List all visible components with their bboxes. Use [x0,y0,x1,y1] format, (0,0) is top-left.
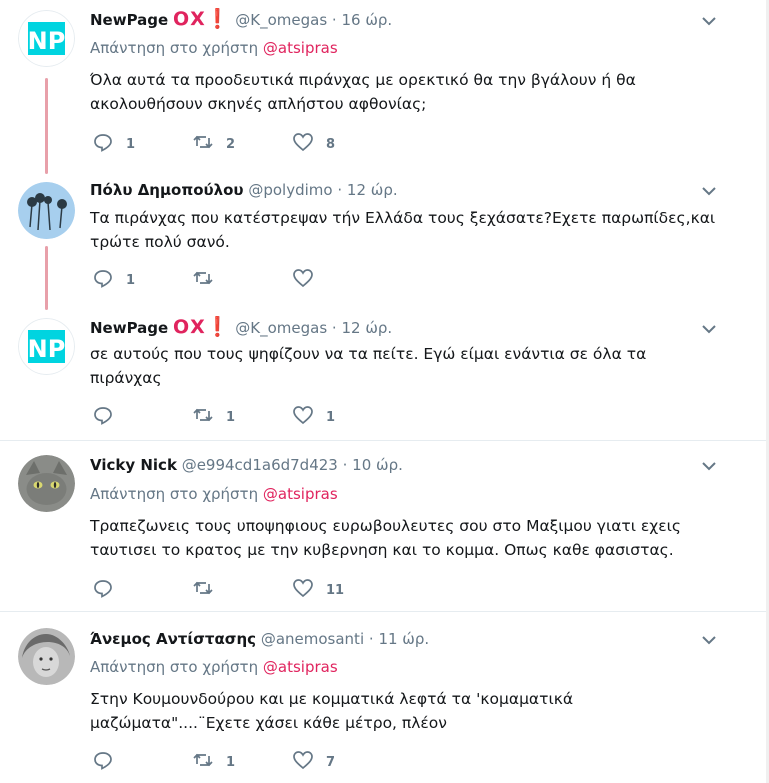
user-handle[interactable]: @polydimo [248,181,332,199]
reply-to-line: Απάντηση στο χρήστη @atsipras [90,38,338,58]
display-name[interactable]: NewPage [90,11,168,29]
separator-dot: · [368,630,374,648]
like-button[interactable]: 1 [292,406,335,428]
tweet[interactable]: Πόλυ Δημοπούλου @polydimo · 12 ώρ. Τα πι… [0,168,769,304]
reply-to-line: Απάντηση στο χρήστη @atsipras [90,657,338,677]
reply-icon [92,267,114,293]
like-count: 1 [326,409,336,425]
user-handle[interactable]: @anemosanti [261,630,364,648]
display-name[interactable]: NewPage [90,319,168,337]
name-badge: ΟΧ❗ [173,8,231,30]
like-count: 11 [326,582,345,598]
reply-count: 1 [126,136,136,152]
reply-button[interactable] [92,579,126,601]
heart-icon [292,267,314,293]
display-name[interactable]: Vicky Nick [90,456,177,474]
display-name[interactable]: Άνεμος Αντίστασης [90,630,256,648]
reply-icon [92,749,114,775]
tweet-header: NewPage ΟΧ❗ @K_omegas · 12 ώρ. [90,316,392,338]
tweet-text: Τραπεζωνεις τους υποψηφιους ευρωβουλευτε… [90,517,681,559]
avatar[interactable]: NP [18,10,75,67]
reply-prefix: Απάντηση στο χρήστη [90,485,259,503]
chevron-down-icon[interactable] [698,629,720,651]
chevron-down-icon[interactable] [698,180,720,202]
like-button[interactable]: 7 [292,751,335,773]
user-handle[interactable]: @K_omegas [235,319,327,337]
retweet-icon [192,404,214,430]
heart-icon [292,577,314,603]
retweet-button[interactable] [192,269,226,291]
tweet-header: Vicky Nick @e994cd1a6d7d423 · 10 ώρ. [90,453,403,475]
reply-prefix: Απάντηση στο χρήστη [90,39,259,57]
avatar[interactable]: NP [18,318,75,375]
separator-dot: · [337,181,343,199]
reply-button[interactable]: 1 [92,269,135,291]
reply-button[interactable]: 1 [92,133,135,155]
retweet-icon [192,577,214,603]
reply-button[interactable] [92,406,126,428]
reply-icon [92,577,114,603]
reply-to-user[interactable]: @atsipras [263,39,338,57]
tweet-thread: NP NewPage ΟΧ❗ @K_omegas · 16 ώρ. Απάντη… [0,0,769,783]
separator-dot: · [331,319,337,337]
retweet-icon [192,131,214,157]
chevron-down-icon[interactable] [698,10,720,32]
tweet[interactable]: NP NewPage ΟΧ❗ @K_omegas · 16 ώρ. Απάντη… [0,0,769,168]
like-button[interactable]: 8 [292,133,335,155]
retweet-button[interactable]: 2 [192,133,235,155]
retweet-count: 1 [226,409,236,425]
chevron-down-icon[interactable] [698,318,720,340]
reply-prefix: Απάντηση στο χρήστη [90,658,259,676]
display-name[interactable]: Πόλυ Δημοπούλου [90,181,244,199]
like-count: 8 [326,136,336,152]
retweet-icon [192,267,214,293]
reply-count: 1 [126,272,136,288]
reply-icon [92,404,114,430]
tweet-header: NewPage ΟΧ❗ @K_omegas · 16 ώρ. [90,8,392,30]
heart-icon [292,131,314,157]
reply-to-user[interactable]: @atsipras [263,485,338,503]
retweet-button[interactable]: 1 [192,751,235,773]
like-count: 7 [326,754,336,770]
svg-text:NP: NP [28,27,66,55]
user-handle[interactable]: @e994cd1a6d7d423 [182,456,338,474]
like-button[interactable] [292,269,326,291]
retweet-count: 2 [226,136,236,152]
heart-icon [292,749,314,775]
retweet-button[interactable]: 1 [192,406,235,428]
retweet-icon [192,749,214,775]
tweet[interactable]: Άνεμος Αντίστασης @anemosanti · 11 ώρ. Α… [0,612,769,783]
user-handle[interactable]: @K_omegas [235,11,327,29]
retweet-button[interactable] [192,579,226,601]
tweet[interactable]: NP NewPage ΟΧ❗ @K_omegas · 12 ώρ. σε αυτ… [0,304,769,440]
avatar[interactable] [18,628,75,685]
avatar[interactable] [18,182,75,239]
avatar[interactable] [18,455,75,512]
separator-dot: · [331,11,337,29]
tweet-header: Άνεμος Αντίστασης @anemosanti · 11 ώρ. [90,627,429,649]
timestamp[interactable]: 12 ώρ. [341,319,392,337]
timestamp[interactable]: 10 ώρ. [352,456,403,474]
timestamp[interactable]: 12 ώρ. [347,181,398,199]
tweet-text: Τα πιράνχας που κατέστρεψαν τήν Ελλάδα τ… [90,209,716,251]
heart-icon [292,404,314,430]
reply-button[interactable] [92,751,126,773]
like-button[interactable]: 11 [292,579,344,601]
svg-text:NP: NP [28,335,66,363]
tweet-header: Πόλυ Δημοπούλου @polydimo · 12 ώρ. [90,178,398,200]
timestamp[interactable]: 11 ώρ. [378,630,429,648]
tweet[interactable]: Vicky Nick @e994cd1a6d7d423 · 10 ώρ. Απά… [0,441,769,611]
name-badge: ΟΧ❗ [173,316,231,338]
tweet-text: Όλα αυτά τα προοδευτικά πιράνχας με ορεκ… [90,71,636,113]
chevron-down-icon[interactable] [698,455,720,477]
separator-dot: · [342,456,348,474]
reply-icon [92,131,114,157]
reply-to-line: Απάντηση στο χρήστη @atsipras [90,484,338,504]
timestamp[interactable]: 16 ώρ. [341,11,392,29]
retweet-count: 1 [226,754,236,770]
tweet-text: Στην Κουμουνδούρου και με κομματικά λεφτ… [90,690,574,732]
reply-to-user[interactable]: @atsipras [263,658,338,676]
tweet-text: σε αυτούς που τους ψηφίζουν να τα πείτε.… [90,345,647,387]
